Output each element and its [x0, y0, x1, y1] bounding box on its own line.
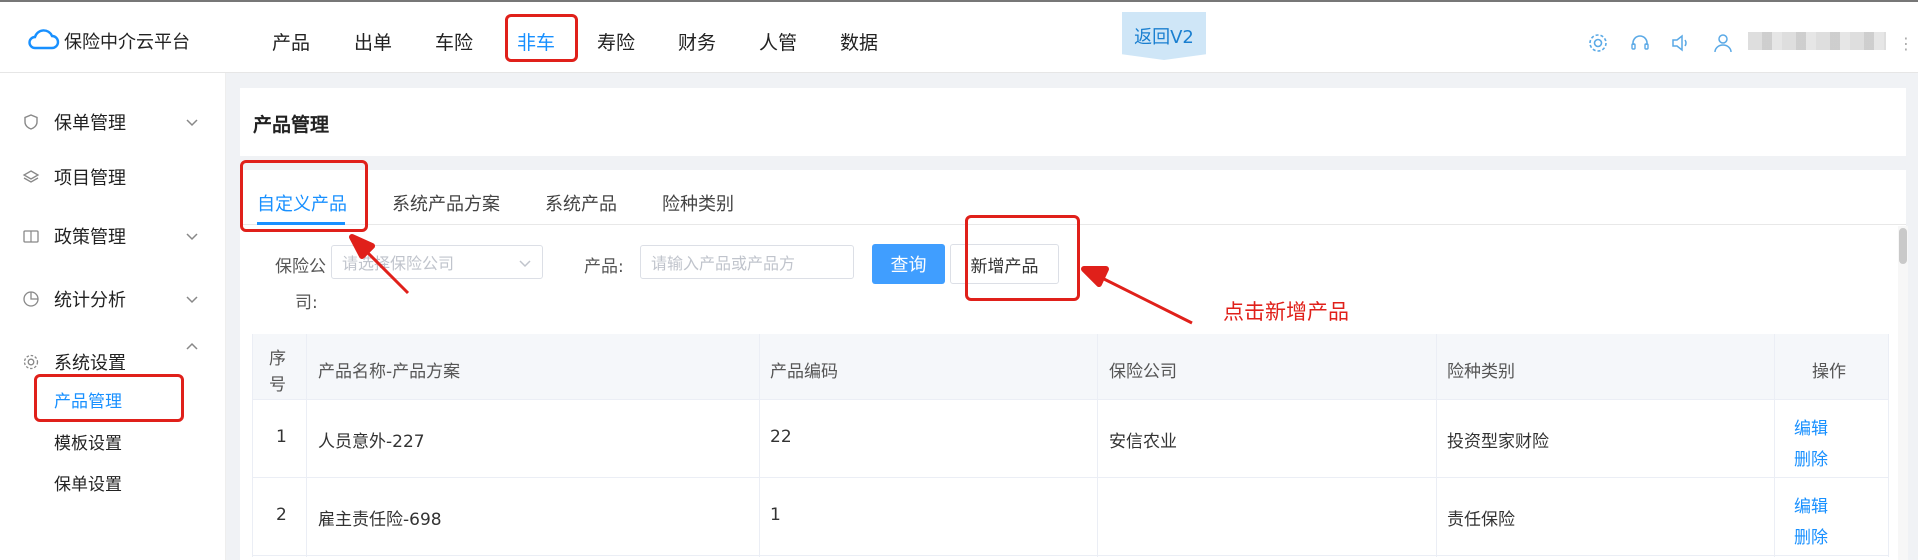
edit-link[interactable]: 编辑 [1794, 492, 1828, 517]
sidebar: 保单管理 项目管理 政策管理 统计分析 系统设置 产品管理 模板设置 保单设置 [0, 73, 226, 560]
cell-name: 雇主责任险-698 [318, 510, 442, 530]
cell-index: 2 [276, 505, 287, 525]
page-title-card: 产品管理 [240, 88, 1906, 156]
company-label-line2: 司: [295, 293, 318, 313]
product-label: 产品: [584, 257, 624, 277]
tab-system-product[interactable]: 系统产品 [545, 190, 617, 216]
nav-item-auto[interactable]: 车险 [435, 28, 473, 55]
speaker-icon[interactable] [1669, 32, 1691, 54]
th-code: 产品编码 [770, 362, 838, 382]
th-company: 保险公司 [1109, 362, 1177, 382]
table-row: 1 人员意外-227 22 安信农业 投资型家财险 编辑 删除 [252, 400, 1889, 478]
table-row: 2 雇主责任险-698 1 责任保险 编辑 删除 [252, 478, 1889, 556]
nav-item-life[interactable]: 寿险 [597, 28, 635, 55]
nav-item-issue[interactable]: 出单 [354, 28, 392, 55]
highlight-box-custom-tab [240, 160, 368, 232]
gear-icon[interactable] [1587, 32, 1609, 54]
sidebar-item-settings[interactable]: 系统设置 [22, 349, 126, 375]
sidebar-item-policy[interactable]: 保单管理 [22, 109, 126, 135]
sidebar-item-project[interactable]: 项目管理 [22, 164, 126, 190]
cell-index: 1 [276, 427, 287, 447]
app-logo[interactable]: 保险中介云平台 [26, 26, 190, 56]
cloud-icon [26, 26, 60, 56]
tab-insurance-category[interactable]: 险种类别 [662, 190, 734, 216]
user-icon[interactable] [1712, 32, 1734, 54]
user-name-blurred[interactable] [1748, 32, 1886, 50]
gear-icon [23, 354, 39, 370]
th-index-line1: 序 [269, 349, 286, 369]
nav-item-hr[interactable]: 人管 [759, 28, 797, 55]
cell-category: 责任保险 [1447, 510, 1515, 530]
column-divider [759, 334, 760, 557]
top-header: 保险中介云平台 产品 出单 车险 非车 寿险 财务 人管 数据 返回V2 ⋮ [0, 0, 1918, 73]
layers-icon [22, 170, 40, 183]
shield-icon [24, 114, 38, 130]
scrollbar-track[interactable] [1898, 226, 1908, 560]
column-divider [1097, 334, 1098, 557]
chevron-down-icon[interactable] [184, 228, 200, 244]
product-input[interactable]: 请输入产品或产品方 [640, 245, 854, 279]
table-header: 序 号 产品名称-产品方案 产品编码 保险公司 险种类别 操作 [252, 334, 1889, 400]
column-divider [1774, 334, 1775, 557]
headset-icon[interactable] [1629, 32, 1651, 54]
cell-company: 安信农业 [1109, 432, 1177, 452]
query-button[interactable]: 查询 [872, 244, 945, 284]
nav-item-product[interactable]: 产品 [272, 28, 310, 55]
th-index-line2: 号 [269, 375, 286, 395]
chevron-down-icon [519, 260, 531, 268]
app-name: 保险中介云平台 [64, 32, 190, 53]
highlight-box-product-mgmt [34, 374, 184, 422]
sidebar-subitem-policy-settings[interactable]: 保单设置 [54, 470, 122, 495]
cell-category: 投资型家财险 [1447, 432, 1549, 452]
sidebar-item-stats[interactable]: 统计分析 [22, 286, 126, 312]
chevron-down-icon[interactable] [184, 114, 200, 130]
th-ops: 操作 [1812, 362, 1846, 382]
book-icon [23, 230, 39, 243]
column-divider [306, 334, 307, 557]
chevron-down-icon[interactable] [184, 291, 200, 307]
annotation-text: 点击新增产品 [1223, 300, 1349, 324]
pie-chart-icon [23, 291, 39, 307]
highlight-box-nav-non-auto [505, 14, 578, 62]
highlight-box-add-product [965, 215, 1080, 301]
delete-link[interactable]: 删除 [1794, 523, 1828, 548]
more-icon[interactable]: ⋮ [1898, 34, 1914, 53]
cell-code: 1 [770, 505, 781, 525]
cell-name: 人员意外-227 [318, 432, 425, 452]
back-v2-button[interactable]: 返回V2 [1122, 12, 1206, 60]
sidebar-item-policy-mgmt[interactable]: 政策管理 [22, 223, 126, 249]
nav-item-data[interactable]: 数据 [840, 28, 878, 55]
page-title: 产品管理 [253, 114, 330, 136]
company-select[interactable]: 请选择保险公司 [331, 245, 543, 279]
chevron-up-icon[interactable] [184, 339, 200, 355]
nav-item-finance[interactable]: 财务 [678, 28, 716, 55]
tab-system-plan[interactable]: 系统产品方案 [392, 190, 500, 216]
th-name: 产品名称-产品方案 [318, 362, 461, 382]
cell-code: 22 [770, 427, 792, 447]
sidebar-subitem-template[interactable]: 模板设置 [54, 429, 122, 454]
scrollbar-thumb[interactable] [1899, 228, 1907, 264]
delete-link[interactable]: 删除 [1794, 445, 1828, 470]
edit-link[interactable]: 编辑 [1794, 414, 1828, 439]
th-category: 险种类别 [1447, 362, 1515, 382]
column-divider [1436, 334, 1437, 557]
company-label-line1: 保险公 [275, 257, 326, 277]
